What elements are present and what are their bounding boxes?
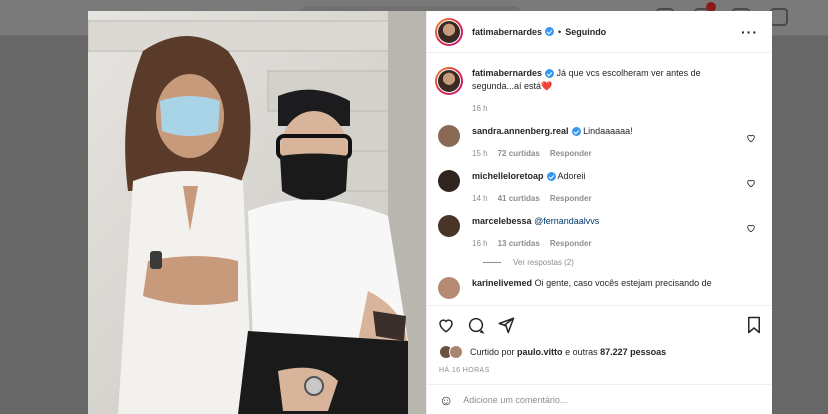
comment-text: Oi gente, caso vocês estejam precisando … xyxy=(534,278,712,288)
commenter-avatar[interactable] xyxy=(438,215,460,237)
heart-icon[interactable] xyxy=(437,316,455,334)
likes-count[interactable]: 87.227 pessoas xyxy=(600,347,666,357)
comment-item: sandra.annenberg.real Lindaaaaaa! 15 h 7… xyxy=(435,125,758,160)
comment-item: marcelebessa @fernandaalvvs 16 h 13 curt… xyxy=(435,215,758,250)
reply-button[interactable]: Responder xyxy=(550,192,592,205)
following-button[interactable]: Seguindo xyxy=(565,27,606,37)
post-photo[interactable] xyxy=(88,11,426,414)
photo-illustration xyxy=(88,11,426,414)
comment-likes[interactable]: 72 curtidas xyxy=(498,147,540,160)
comment-username[interactable]: marcelebessa xyxy=(472,216,532,226)
commenter-avatar[interactable] xyxy=(438,125,460,147)
like-comment-heart-icon[interactable] xyxy=(746,178,756,188)
comment-text: Lindaaaaaa! xyxy=(583,126,633,136)
verified-icon xyxy=(545,27,555,36)
caption-avatar[interactable] xyxy=(435,67,463,95)
caption-meta: 16 h xyxy=(472,102,740,115)
more-icon[interactable]: ··· xyxy=(741,24,758,40)
post-header: fatimabernardes • Seguindo ··· xyxy=(427,11,772,53)
comment-username[interactable]: sandra.annenberg.real xyxy=(472,126,569,136)
comment-item: karinelivemed Oi gente, caso vocês estej… xyxy=(435,277,758,299)
add-comment-bar: ☺ Adicione um comentário... xyxy=(427,384,772,414)
like-comment-heart-icon[interactable] xyxy=(746,133,756,143)
verified-icon xyxy=(546,172,556,182)
comment-mention[interactable]: @fernandaalvvs xyxy=(534,216,599,226)
liker-avatars xyxy=(439,345,465,359)
heart-emoji: ❤️ xyxy=(541,81,553,91)
caption: fatimabernardes Já que vcs escolheram ve… xyxy=(435,67,758,115)
comment-meta: 15 h 72 curtidas Responder xyxy=(472,147,740,160)
separator-dot: • xyxy=(558,26,562,37)
view-replies-button[interactable]: Ver respostas (2) xyxy=(483,258,758,267)
caption-age: 16 h xyxy=(472,104,488,113)
author-avatar[interactable] xyxy=(435,17,463,46)
liked-by: Curtido por paulo.vitto e outras 87.227 … xyxy=(427,344,772,360)
reply-button[interactable]: Responder xyxy=(550,237,592,250)
comment-meta: 16 h 13 curtidas Responder xyxy=(472,237,740,250)
comment-meta: 14 h 41 curtidas Responder xyxy=(472,192,740,205)
bookmark-icon[interactable] xyxy=(746,316,762,334)
post-date: HÁ 16 HORAS xyxy=(439,367,490,374)
comment-likes[interactable]: 13 curtidas xyxy=(498,237,540,250)
comments-list[interactable]: fatimabernardes Já que vcs escolheram ve… xyxy=(427,53,772,306)
share-icon[interactable] xyxy=(497,316,515,334)
verified-icon xyxy=(571,127,581,137)
post-side-panel: fatimabernardes • Seguindo ··· fatimaber… xyxy=(426,11,772,414)
add-comment-input[interactable]: Adicione um comentário... xyxy=(463,395,567,405)
post-modal: fatimabernardes • Seguindo ··· fatimaber… xyxy=(88,11,772,414)
like-comment-heart-icon[interactable] xyxy=(746,223,756,233)
comment-age: 16 h xyxy=(472,239,488,248)
liked-by-prefix: Curtido por xyxy=(470,347,515,357)
comment-text: Adoreii xyxy=(557,171,586,181)
commenter-avatar[interactable] xyxy=(438,277,460,299)
reply-button[interactable]: Responder xyxy=(550,147,592,160)
comment-age: 14 h xyxy=(472,194,488,203)
comment-username[interactable]: michelleloretoap xyxy=(472,171,544,181)
comment-age: 15 h xyxy=(472,149,488,158)
post-actions xyxy=(427,306,772,344)
comment-username[interactable]: karinelivemed xyxy=(472,278,532,288)
activity-icon xyxy=(770,8,788,26)
comment-item: michelleloretoap Adoreii 14 h 41 curtida… xyxy=(435,170,758,205)
emoji-icon[interactable]: ☺ xyxy=(439,392,453,408)
comment-likes[interactable]: 41 curtidas xyxy=(498,192,540,205)
verified-icon xyxy=(545,69,555,79)
commenter-avatar[interactable] xyxy=(438,170,460,192)
liked-by-user[interactable]: paulo.vitto xyxy=(517,347,563,357)
liked-by-suffix: e outras xyxy=(565,347,598,357)
comment-icon[interactable] xyxy=(467,316,485,334)
author-username[interactable]: fatimabernardes xyxy=(472,27,542,37)
caption-username[interactable]: fatimabernardes xyxy=(472,68,542,78)
